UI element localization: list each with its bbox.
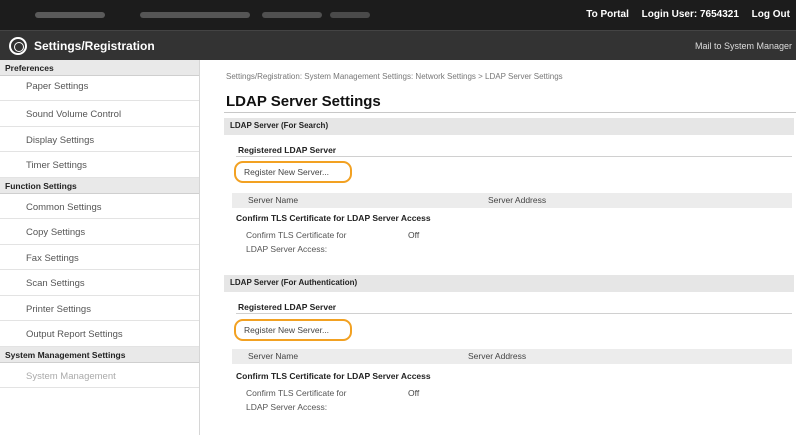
sidebar-heading-function-settings: Function Settings [0, 177, 199, 194]
login-user-label: Login User: 7654321 [641, 9, 739, 20]
confirm-tls-value: Off [408, 230, 420, 240]
blurred-device-info [262, 12, 322, 18]
sidebar-item-scan-settings[interactable]: Scan Settings [0, 270, 199, 296]
sidebar-item-printer-settings[interactable]: Printer Settings [0, 296, 199, 321]
sidebar-item-paper-settings[interactable]: Paper Settings [0, 76, 199, 101]
sidebar-item-display-settings[interactable]: Display Settings [0, 127, 199, 152]
blurred-device-info [330, 12, 370, 18]
section-bar-ldap-search: LDAP Server (For Search) [224, 118, 794, 135]
subheading-divider [236, 313, 792, 314]
breadcrumb: Settings/Registration: System Management… [226, 72, 563, 81]
sidebar-heading-system-management-settings: System Management Settings [0, 346, 199, 363]
sidebar-heading-preferences: Preferences [0, 60, 199, 76]
sidebar-item-system-management[interactable]: System Management [0, 363, 199, 388]
settings-gear-icon [9, 37, 27, 55]
confirm-tls-label: Confirm TLS Certificate for LDAP Server … [246, 230, 347, 254]
sidebar-item-timer-settings[interactable]: Timer Settings [0, 152, 199, 178]
blurred-device-name [35, 12, 105, 18]
top-links: To Portal Login User: 7654321 Log Out [586, 9, 790, 20]
sidebar-item-sound-volume-control[interactable]: Sound Volume Control [0, 101, 199, 127]
to-portal-link[interactable]: To Portal [586, 9, 629, 20]
confirm-tls-heading: Confirm TLS Certificate for LDAP Server … [236, 213, 431, 223]
page-title: LDAP Server Settings [226, 93, 381, 110]
sidebar-item-copy-settings[interactable]: Copy Settings [0, 219, 199, 245]
registered-ldap-server-heading: Registered LDAP Server [238, 145, 337, 155]
server-name-column: Server Name [248, 351, 299, 361]
section-bar-ldap-authentication: LDAP Server (For Authentication) [224, 275, 794, 292]
sidebar-item-output-report-settings[interactable]: Output Report Settings [0, 321, 199, 347]
server-table-header: Server Name Server Address [232, 193, 792, 208]
title-divider [224, 112, 796, 113]
confirm-tls-value: Off [408, 388, 420, 398]
top-bar: To Portal Login User: 7654321 Log Out [0, 0, 796, 30]
sidebar: Preferences Paper Settings Sound Volume … [0, 60, 200, 435]
settings-header: Settings/Registration Mail to System Man… [0, 30, 796, 60]
confirm-tls-heading: Confirm TLS Certificate for LDAP Server … [236, 371, 431, 381]
logout-link[interactable]: Log Out [752, 9, 790, 20]
sidebar-item-fax-settings[interactable]: Fax Settings [0, 245, 199, 270]
main-content: Settings/Registration: System Management… [212, 60, 796, 435]
blurred-device-info [140, 12, 250, 18]
header-title: Settings/Registration [34, 39, 155, 53]
register-new-server-button[interactable]: Register New Server... [234, 161, 352, 183]
sidebar-item-common-settings[interactable]: Common Settings [0, 194, 199, 219]
register-new-server-button[interactable]: Register New Server... [234, 319, 352, 341]
server-address-column: Server Address [488, 195, 547, 205]
mail-to-system-manager-link[interactable]: Mail to System Manager [695, 41, 792, 51]
server-table-header: Server Name Server Address [232, 349, 792, 364]
server-name-column: Server Name [248, 195, 299, 205]
server-address-column: Server Address [468, 351, 527, 361]
subheading-divider [236, 156, 792, 157]
registered-ldap-server-heading: Registered LDAP Server [238, 302, 337, 312]
confirm-tls-label: Confirm TLS Certificate for LDAP Server … [246, 388, 347, 412]
